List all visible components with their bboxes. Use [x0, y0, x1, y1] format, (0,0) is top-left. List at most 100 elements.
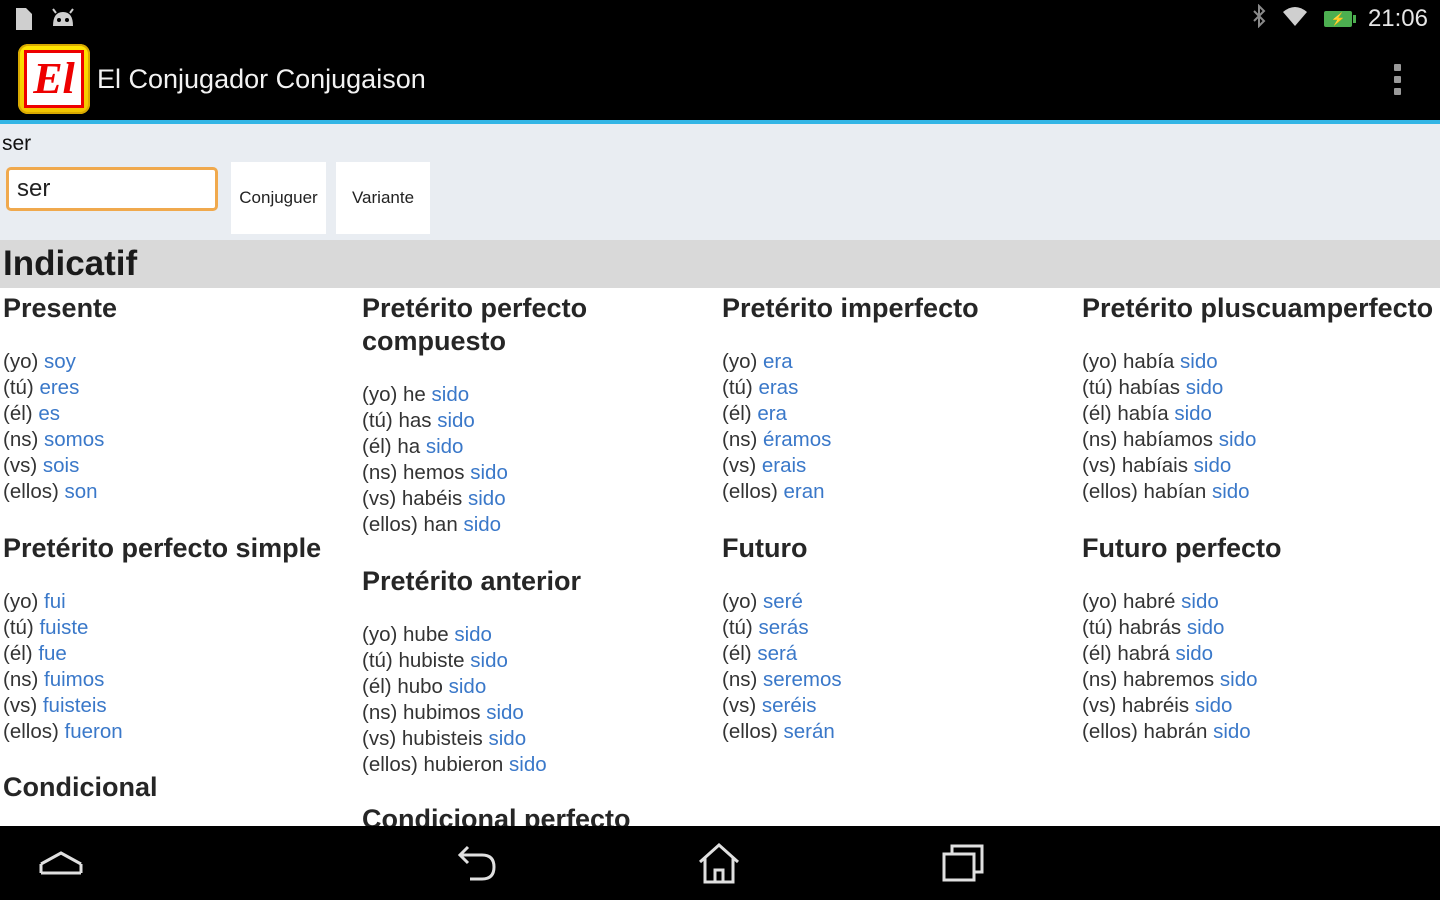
verb-form-link[interactable]: sido	[1175, 642, 1213, 665]
pronoun: (yo)	[3, 350, 39, 373]
pronoun: (tú)	[3, 376, 34, 399]
verb-form-link[interactable]: sido	[1174, 402, 1212, 425]
verb-form-link[interactable]: soy	[44, 350, 76, 373]
battery-charging-icon: ⚡	[1323, 10, 1356, 27]
conjugation-row: (vs) fuisteis	[3, 693, 358, 719]
pronoun: (vs)	[362, 727, 397, 750]
verb-form-link[interactable]: eres	[39, 376, 79, 399]
pronoun: (tú)	[722, 616, 753, 639]
back-icon[interactable]	[452, 840, 502, 886]
pronoun: (tú)	[1082, 616, 1113, 639]
verb-form-link[interactable]: era	[763, 350, 793, 373]
verb-form-link[interactable]: eran	[784, 480, 825, 503]
auxiliary-verb: ha	[397, 435, 421, 458]
verb-form-link[interactable]: erais	[762, 454, 806, 477]
home-icon[interactable]	[694, 840, 744, 886]
verb-form-link[interactable]: sido	[454, 623, 492, 646]
verb-form-link[interactable]: sido	[470, 461, 508, 484]
auxiliary-verb: hube	[403, 623, 449, 646]
verb-form-link[interactable]: fueron	[65, 720, 123, 743]
recent-apps-icon[interactable]	[938, 840, 988, 886]
verb-form-link[interactable]: fuiste	[39, 616, 88, 639]
verb-form-link[interactable]: fuisteis	[43, 694, 107, 717]
verb-form-link[interactable]: sido	[1194, 454, 1232, 477]
verb-form-link[interactable]: sido	[432, 383, 470, 406]
conjugation-row: (ns) éramos	[722, 427, 1077, 453]
conjugation-row: (vs) habíais sido	[1082, 453, 1437, 479]
verb-form-link[interactable]: sido	[470, 649, 508, 672]
verb-form-link[interactable]: seréis	[762, 694, 817, 717]
collapse-icon[interactable]	[36, 840, 86, 886]
conjugation-row: (ellos) fueron	[3, 719, 358, 745]
verb-form-link[interactable]: sido	[1186, 376, 1224, 399]
conjugation-row: (yo) hube sido	[362, 622, 717, 648]
verb-form-link[interactable]: fui	[44, 590, 66, 613]
verb-form-link[interactable]: sido	[449, 675, 487, 698]
verb-form-link[interactable]: era	[757, 402, 787, 425]
verb-form-link[interactable]: sido	[1212, 480, 1250, 503]
main-content[interactable]: ser Conjuguer Variante Indicatif Present…	[0, 124, 1440, 826]
verb-form-link[interactable]: éramos	[763, 428, 831, 451]
verb-form-link[interactable]: son	[65, 480, 98, 503]
pronoun: (él)	[1082, 642, 1112, 665]
verb-form-link[interactable]: seremos	[763, 668, 842, 691]
conjuguer-button[interactable]: Conjuguer	[231, 162, 326, 234]
verb-form-link[interactable]: eras	[758, 376, 798, 399]
verb-form-link[interactable]: sido	[1180, 350, 1218, 373]
verb-form-link[interactable]: sido	[1181, 590, 1219, 613]
verb-form-link[interactable]: sido	[468, 487, 506, 510]
conjugation-row: (él) había sido	[1082, 401, 1437, 427]
conjugation-row: (tú) eras	[722, 375, 1077, 401]
conjugation-row: (tú) has sido	[362, 408, 717, 434]
pronoun: (ns)	[722, 668, 758, 691]
verb-form-link[interactable]: sido	[486, 701, 524, 724]
verb-form-link[interactable]: serán	[784, 720, 835, 743]
variante-button[interactable]: Variante	[336, 162, 430, 234]
conjugation-list: (yo) hube sido (tú) hubiste sido (él) hubo…	[362, 622, 717, 778]
verb-form-link[interactable]: sido	[426, 435, 464, 458]
pronoun: (ellos)	[3, 720, 59, 743]
verb-form-link[interactable]: somos	[44, 428, 104, 451]
app-logo-icon[interactable]: El	[18, 44, 90, 114]
app-logo-text: El	[24, 50, 84, 108]
verb-form-link[interactable]: sido	[463, 513, 501, 536]
verb-form-link[interactable]: sido	[1219, 428, 1257, 451]
verb-form-link[interactable]: sido	[488, 727, 526, 750]
status-bar: ⚡ 21:06	[0, 0, 1440, 38]
conjugation-row: (él) habrá sido	[1082, 641, 1437, 667]
verb-form-link[interactable]: sido	[1195, 694, 1233, 717]
verb-form-link[interactable]: fue	[38, 642, 67, 665]
conjugation-row: (vs) sois	[3, 453, 358, 479]
verb-form-link[interactable]: sido	[1213, 720, 1251, 743]
action-bar: El El Conjugador Conjugaison	[0, 38, 1440, 124]
conjugation-row: (vs) seréis	[722, 693, 1077, 719]
conjugation-row: (él) ha sido	[362, 434, 717, 460]
verb-form-link[interactable]: sido	[1187, 616, 1225, 639]
conjugation-list: (yo) soy (tú) eres (él) es (ns) somos (vs) s…	[3, 349, 358, 505]
pronoun: (ellos)	[1082, 720, 1138, 743]
verb-form-link[interactable]: sido	[1220, 668, 1258, 691]
overflow-menu-icon[interactable]	[1394, 64, 1402, 95]
pronoun: (tú)	[722, 376, 753, 399]
verb-form-link[interactable]: sois	[43, 454, 79, 477]
verb-form-link[interactable]: serás	[758, 616, 808, 639]
pronoun: (ellos)	[3, 480, 59, 503]
conjugation-row: (tú) hubiste sido	[362, 648, 717, 674]
pronoun: (ns)	[362, 701, 398, 724]
auxiliary-verb: habrá	[1117, 642, 1170, 665]
pronoun: (ellos)	[1082, 480, 1138, 503]
verb-form-link[interactable]: sido	[509, 753, 547, 776]
tense-preterito-pluscuamperfecto: Pretérito pluscuamperfecto (yo) había si…	[1082, 292, 1437, 505]
verb-form-link[interactable]: será	[757, 642, 797, 665]
verb-form-link[interactable]: es	[38, 402, 60, 425]
navigation-bar	[0, 826, 1440, 900]
pronoun: (él)	[3, 402, 33, 425]
auxiliary-verb: habían	[1143, 480, 1207, 503]
verb-form-link[interactable]: sido	[437, 409, 475, 432]
verb-input[interactable]	[6, 167, 218, 211]
verb-form-link[interactable]: seré	[763, 590, 803, 613]
verb-form-link[interactable]: fuimos	[44, 668, 104, 691]
conjugation-row: (tú) fuiste	[3, 615, 358, 641]
wifi-icon	[1282, 5, 1308, 32]
pronoun: (tú)	[362, 649, 393, 672]
